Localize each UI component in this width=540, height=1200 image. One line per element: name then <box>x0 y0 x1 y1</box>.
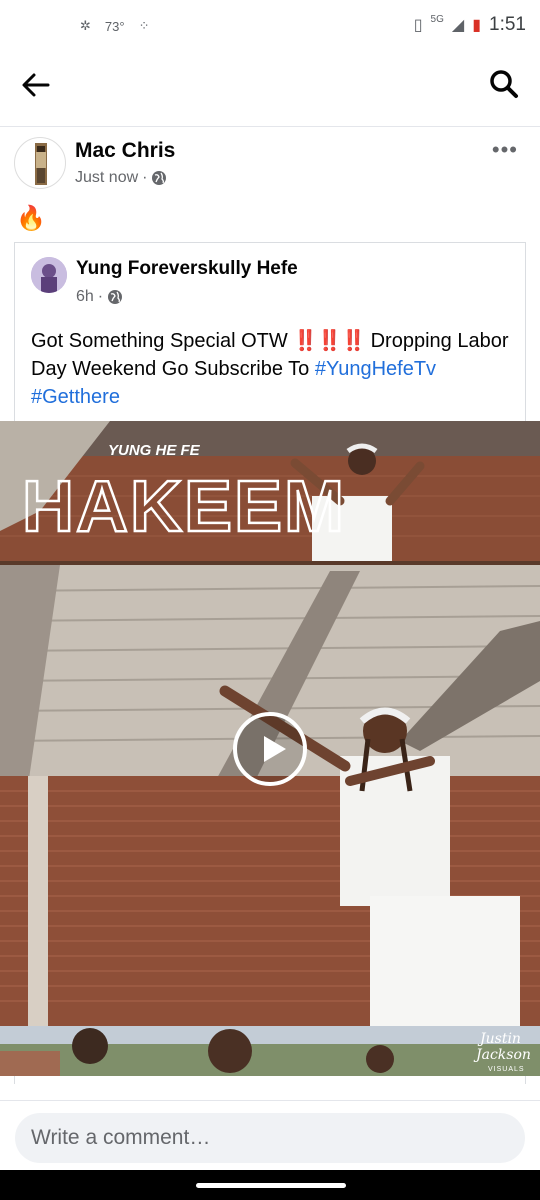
back-arrow-icon[interactable] <box>20 70 52 100</box>
shared-author-name[interactable]: Yung Foreverskully Hefe <box>76 258 298 280</box>
signal-icon: ◢ <box>451 17 465 34</box>
shared-post-meta: 6h · <box>76 288 123 306</box>
post-meta: Just now · <box>75 169 167 187</box>
temperature: 73° <box>104 18 125 34</box>
network-type: 5G <box>430 13 444 25</box>
video-title-small: YUNG HE FE <box>108 442 201 459</box>
watermark-line1: Justin <box>477 1031 521 1047</box>
home-gesture-handle[interactable] <box>196 1183 346 1188</box>
shared-text-part1: Got Something Special OTW <box>31 330 294 352</box>
play-icon <box>264 736 286 762</box>
globe-icon <box>152 171 167 185</box>
shared-post-header: Yung Foreverskully Hefe 6h · <box>31 255 511 305</box>
watermark-line3: VISUALS <box>488 1066 525 1073</box>
status-right: ▯ 5G ◢ ▮ 1:51 <box>414 14 526 36</box>
header-divider <box>0 126 540 127</box>
status-left: ✲ 73° ⁘ <box>80 18 149 34</box>
meta-separator: · <box>142 169 148 186</box>
author-avatar[interactable] <box>14 137 66 189</box>
play-button[interactable] <box>233 712 307 786</box>
post-timestamp[interactable]: Just now <box>75 169 138 187</box>
comment-input[interactable]: Write a comment… <box>15 1113 525 1163</box>
video-title-large: HAKEEM <box>22 467 346 547</box>
shared-post-text: Got Something Special OTW ‼️‼️‼️ Droppin… <box>31 327 511 411</box>
assistant-icon: ⁘ <box>138 18 150 33</box>
hashtag-getthere[interactable]: #Getthere <box>31 386 120 408</box>
vibrate-icon: ▯ <box>413 17 423 34</box>
shared-post-timestamp[interactable]: 6h <box>76 288 94 306</box>
comment-bar: Write a comment… <box>0 1100 540 1170</box>
hashtag-yunghefetv[interactable]: #YungHefeTv <box>315 358 436 380</box>
search-icon[interactable] <box>488 68 520 100</box>
shared-author-avatar[interactable] <box>31 257 67 293</box>
more-options-icon[interactable]: ••• <box>492 137 518 163</box>
author-name[interactable]: Mac Chris <box>75 139 175 163</box>
post-header: Mac Chris Just now · ••• <box>14 135 526 195</box>
system-nav-bar <box>0 1170 540 1200</box>
app-bar <box>0 60 540 110</box>
post-text: 🔥 <box>16 205 46 232</box>
watermark-line2: Jackson <box>473 1047 531 1063</box>
meta-separator: · <box>97 288 104 305</box>
weather-icon: ✲ <box>80 18 91 33</box>
clock: 1:51 <box>489 14 526 35</box>
battery-icon: ▮ <box>472 17 482 34</box>
status-bar: ✲ 73° ⁘ ▯ 5G ◢ ▮ 1:51 <box>0 0 540 60</box>
double-exclamation-icon: ‼️‼️‼️ <box>293 330 366 352</box>
globe-icon <box>108 290 123 304</box>
